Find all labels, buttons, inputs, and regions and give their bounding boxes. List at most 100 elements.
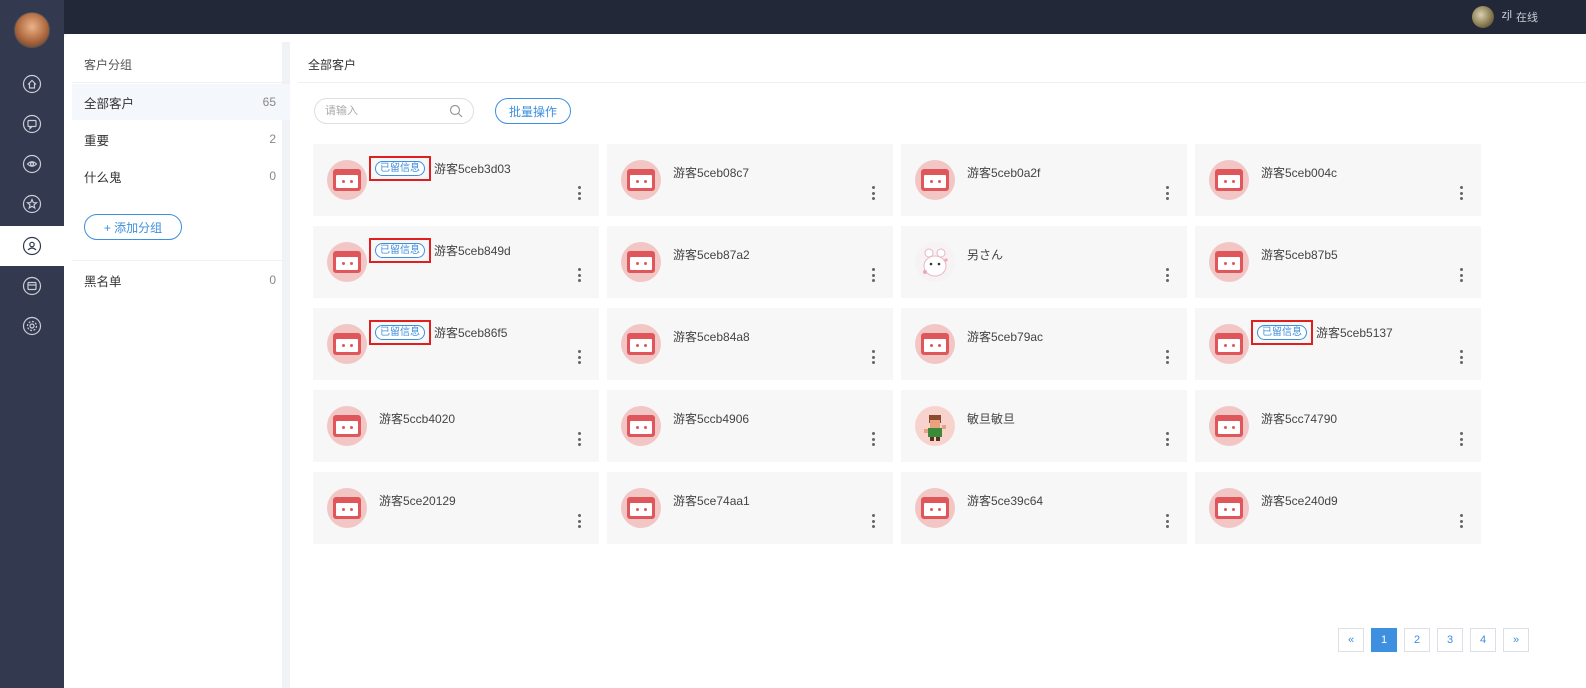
more-options-icon[interactable]: [1459, 432, 1463, 446]
more-options-icon[interactable]: [577, 432, 581, 446]
customer-card[interactable]: 敏旦敏旦: [901, 390, 1187, 462]
customer-avatar: [327, 160, 367, 200]
more-options-icon[interactable]: [1165, 432, 1169, 446]
customer-card[interactable]: 已留信息 游客5ceb849d: [313, 226, 599, 298]
more-options-icon[interactable]: [871, 432, 875, 446]
group-count: 0: [269, 169, 276, 183]
customer-name: 游客5ceb84a8: [673, 330, 750, 344]
user-avatar[interactable]: [1471, 6, 1494, 28]
customer-card[interactable]: 游客5ceb0a2f: [901, 144, 1187, 216]
search-box: [314, 98, 474, 124]
customer-name: 游客5ceb5137: [1316, 326, 1393, 340]
nav-monitor[interactable]: [0, 144, 64, 184]
group-all[interactable]: 全部客户 65: [72, 84, 290, 120]
agent-avatar[interactable]: [14, 12, 50, 48]
customer-name-line: 游客5ce20129: [379, 492, 456, 509]
more-options-icon[interactable]: [1165, 186, 1169, 200]
customer-name-line: 另さん: [967, 246, 1003, 263]
customer-avatar: [915, 324, 955, 364]
nav-chat[interactable]: [0, 104, 64, 144]
customer-card[interactable]: 游客5ceb87a2: [607, 226, 893, 298]
customer-card[interactable]: 游客5ceb08c7: [607, 144, 893, 216]
group-label: 重要: [84, 133, 110, 148]
customer-card[interactable]: 游客5ce20129: [313, 472, 599, 544]
customer-card[interactable]: 游客5ceb004c: [1195, 144, 1481, 216]
customer-name-line: 游客5ceb87b5: [1261, 246, 1338, 263]
customer-name-line: 游客5ccb4020: [379, 410, 455, 427]
more-options-icon[interactable]: [871, 514, 875, 528]
more-options-icon[interactable]: [1459, 268, 1463, 282]
more-options-icon[interactable]: [1459, 350, 1463, 364]
home-icon: [22, 74, 42, 94]
customer-name-line: 敏旦敏旦: [967, 410, 1015, 427]
group-important[interactable]: 重要 2: [72, 121, 290, 157]
customer-avatar: [915, 406, 955, 446]
chat-icon: [22, 114, 42, 134]
add-group-button[interactable]: + 添加分组: [84, 214, 182, 240]
page-button-3[interactable]: 3: [1437, 628, 1463, 652]
nav-settings[interactable]: [0, 306, 64, 346]
nav-home[interactable]: [0, 64, 64, 104]
page-button-1[interactable]: 1: [1371, 628, 1397, 652]
customer-card[interactable]: 另さん: [901, 226, 1187, 298]
customer-avatar: [1209, 242, 1249, 282]
more-options-icon[interactable]: [1459, 514, 1463, 528]
customer-name-line: 游客5ceb004c: [1261, 164, 1337, 181]
more-options-icon[interactable]: [1165, 268, 1169, 282]
more-options-icon[interactable]: [871, 186, 875, 200]
more-options-icon[interactable]: [1165, 350, 1169, 364]
user-name: zjl: [1501, 9, 1512, 21]
group-custom[interactable]: 什么鬼 0: [72, 158, 290, 194]
customer-card[interactable]: 游客5ccb4906: [607, 390, 893, 462]
customer-card[interactable]: 游客5ccb4020: [313, 390, 599, 462]
customer-name-line: 已留信息 游客5ceb86f5: [369, 320, 507, 345]
more-options-icon[interactable]: [1165, 514, 1169, 528]
customer-icon: [22, 236, 42, 256]
customer-avatar: [1209, 160, 1249, 200]
search-input[interactable]: [325, 105, 445, 117]
customer-avatar: [621, 406, 661, 446]
group-blacklist[interactable]: 黑名单 0: [72, 262, 290, 298]
customer-name: 游客5ccb4906: [673, 412, 750, 426]
customer-name: 另さん: [967, 248, 1004, 262]
customer-card[interactable]: 已留信息 游客5ceb3d03: [313, 144, 599, 216]
group-label: 什么鬼: [84, 170, 122, 185]
nav-records[interactable]: [0, 266, 64, 306]
customer-card[interactable]: 游客5ceb79ac: [901, 308, 1187, 380]
customer-card[interactable]: 游客5ce240d9: [1195, 472, 1481, 544]
customer-name-line: 游客5cc74790: [1261, 410, 1337, 427]
customer-name: 游客5ce240d9: [1261, 494, 1338, 508]
more-options-icon[interactable]: [577, 268, 581, 282]
customer-card[interactable]: 游客5ce39c64: [901, 472, 1187, 544]
page-button-2[interactable]: 2: [1404, 628, 1430, 652]
more-options-icon[interactable]: [871, 268, 875, 282]
customer-avatar: [1209, 406, 1249, 446]
batch-operation-button[interactable]: 批量操作: [495, 98, 571, 124]
group-count: 2: [269, 132, 276, 146]
customer-card[interactable]: 已留信息 游客5ceb86f5: [313, 308, 599, 380]
customer-card[interactable]: 游客5ceb87b5: [1195, 226, 1481, 298]
customer-name-line: 游客5ce74aa1: [673, 492, 750, 509]
more-options-icon[interactable]: [577, 350, 581, 364]
customer-name: 游客5ceb3d03: [434, 162, 511, 176]
more-options-icon[interactable]: [1459, 186, 1463, 200]
current-user[interactable]: zjl 在线: [1471, 6, 1538, 28]
more-options-icon[interactable]: [577, 186, 581, 200]
divider: [72, 82, 290, 83]
customer-card[interactable]: 已留信息 游客5ceb5137: [1195, 308, 1481, 380]
customer-avatar: [621, 160, 661, 200]
page-button-4[interactable]: 4: [1470, 628, 1496, 652]
more-options-icon[interactable]: [871, 350, 875, 364]
prev-page-button[interactable]: «: [1338, 628, 1364, 652]
customer-card[interactable]: 游客5cc74790: [1195, 390, 1481, 462]
nav-customers[interactable]: [0, 226, 64, 266]
next-page-button[interactable]: »: [1503, 628, 1529, 652]
customer-avatar: [621, 242, 661, 282]
settings-icon: [22, 316, 42, 336]
nav-favorites[interactable]: [0, 184, 64, 224]
more-options-icon[interactable]: [577, 514, 581, 528]
customer-card[interactable]: 游客5ce74aa1: [607, 472, 893, 544]
customer-card[interactable]: 游客5ceb84a8: [607, 308, 893, 380]
tag-highlight-box: 已留信息: [369, 320, 431, 345]
search-icon[interactable]: [449, 104, 463, 118]
